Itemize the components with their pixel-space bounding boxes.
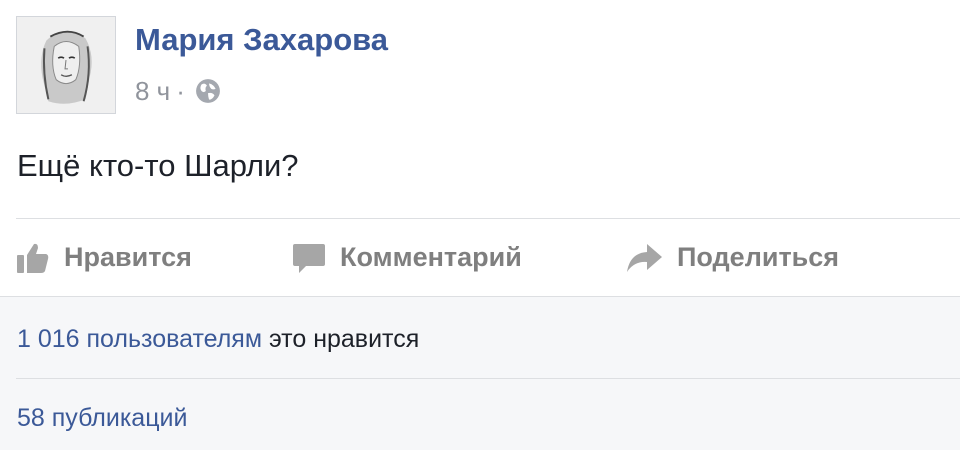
post-author-name[interactable]: Мария Захарова	[135, 22, 388, 58]
avatar-portrait-image	[17, 17, 115, 113]
like-button-label: Нравится	[64, 242, 192, 272]
comment-button-label: Комментарий	[340, 242, 522, 272]
likes-suffix: это нравится	[262, 325, 420, 353]
post-stats-section: 1 016 пользователям это нравится 58 публ…	[0, 296, 960, 450]
post-timestamp[interactable]: 8 ч	[135, 76, 170, 107]
share-button[interactable]: Поделиться	[625, 219, 839, 296]
divider	[16, 378, 960, 379]
post-text: Ещё кто-то Шарли?	[17, 148, 299, 183]
like-button[interactable]: Нравится	[16, 219, 192, 296]
likes-summary: 1 016 пользователям это нравится	[17, 325, 419, 354]
share-arrow-icon	[627, 243, 662, 272]
share-button-label: Поделиться	[677, 242, 840, 272]
globe-icon[interactable]	[195, 78, 221, 104]
thumbs-up-icon	[17, 243, 49, 273]
comment-icon	[293, 243, 325, 273]
post-meta: 8 ч ·	[135, 74, 221, 108]
shares-count-link[interactable]: 58 публикаций	[17, 404, 187, 433]
meta-separator: ·	[176, 75, 185, 106]
comment-button[interactable]: Комментарий	[292, 219, 522, 296]
author-avatar[interactable]	[16, 16, 116, 114]
likes-count-link[interactable]: 1 016 пользователям	[17, 325, 262, 353]
post-actions-bar: Нравится Комментарий Поделиться	[0, 219, 960, 296]
